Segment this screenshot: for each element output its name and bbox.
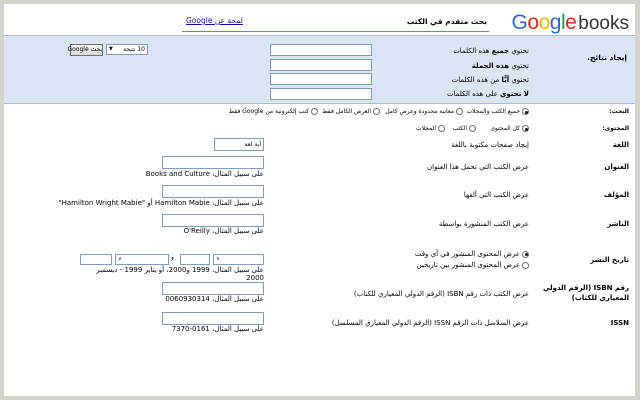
results-count-select[interactable]: 10 نتيجة ▼: [106, 44, 148, 55]
author-example: على سبيل المثال، Hamilton Mabie أو "Hami…: [58, 199, 264, 207]
pub-date-example: على سبيل المثال، 1999 و2000، أو يناير 19…: [96, 266, 264, 282]
date-between-connector: و: [171, 254, 174, 261]
isbn-input[interactable]: [162, 282, 264, 295]
author-desc: عرض الكتب التي ألفها: [463, 191, 529, 199]
radio-icon[interactable]: [311, 108, 318, 115]
radio-icon[interactable]: [456, 108, 463, 115]
radio-icon[interactable]: [438, 125, 445, 132]
pub-date-between-option[interactable]: عرض المحتوى المنشور بين تاريخين: [417, 261, 529, 269]
about-google-link[interactable]: لمحة عن Google: [186, 16, 243, 25]
end-year-input[interactable]: [80, 254, 112, 265]
logo-books-text: books: [578, 13, 629, 34]
scope-full-view-option[interactable]: العرض الكامل فقط: [322, 108, 380, 115]
language-desc: إيجاد صفحات مكتوبة باللغة: [451, 141, 529, 149]
publisher-input[interactable]: [162, 214, 264, 227]
advanced-book-search-page: Google books بحث متقدم في الكتب لمحة عن G…: [4, 4, 635, 396]
search-scope-label: البحث:: [609, 108, 629, 115]
radio-selected-icon[interactable]: [522, 108, 529, 115]
issn-input[interactable]: [162, 312, 264, 325]
google-books-logo[interactable]: Google books: [512, 10, 629, 38]
google-search-button[interactable]: بحث Google: [67, 44, 103, 56]
isbn-label: رقم ISBN (الرقم الدولي المعياري للكتاب): [542, 284, 629, 302]
publisher-example: على سبيل المثال، O'Reilly: [183, 227, 264, 235]
logo-google-text: Google: [511, 11, 577, 34]
none-words-label: لا تحتوي على هذه الكلمات: [446, 90, 529, 98]
scope-ebooks-option[interactable]: كتب إلكترونية من Google فقط: [229, 108, 318, 115]
publisher-label: الناشر: [607, 220, 629, 228]
chevron-down-icon: ▼: [109, 46, 113, 52]
author-input[interactable]: [162, 185, 264, 198]
all-words-input[interactable]: [270, 44, 372, 56]
all-words-label: تحتوي جميع هذه الكلمات: [453, 47, 529, 55]
title-label: العنوان: [604, 163, 629, 171]
none-words-input[interactable]: [270, 88, 372, 100]
find-results-panel: إيجاد نتائج. تحتوي جميع هذه الكلمات تحتو…: [4, 35, 635, 104]
any-words-label: تحتوي أيًّا من هذه الكلمات: [451, 76, 529, 84]
pub-date-label: تاريخ النشر: [590, 256, 629, 264]
author-label: المؤلف: [603, 191, 629, 199]
exact-phrase-label: تحتوي هذه الجملة: [471, 62, 529, 70]
pub-date-any-option[interactable]: عرض المحتوى المنشور في أي وقت: [415, 250, 529, 258]
start-month-select[interactable]: ∨: [213, 254, 264, 265]
radio-icon[interactable]: [469, 125, 476, 132]
radio-selected-icon[interactable]: [522, 125, 529, 132]
chevron-down-icon: ∨: [118, 256, 122, 262]
results-count-value: 10 نتيجة: [123, 46, 145, 53]
language-value: أية لغة: [244, 141, 261, 148]
start-year-input[interactable]: [180, 254, 210, 265]
issn-example: على سبيل المثال، 0161-7370: [171, 325, 264, 333]
issn-desc: عرض السلاسل ذات الرقم ISSN (الرقم الدولي…: [331, 319, 529, 327]
content-label: المحتوى:: [602, 125, 629, 132]
language-select[interactable]: أية لغة: [214, 138, 264, 151]
isbn-example: على سبيل المثال، 0060930314: [165, 295, 264, 303]
title-example: على سبيل المثال، Books and Culture: [145, 170, 264, 178]
header-divider: [182, 31, 489, 32]
radio-selected-icon[interactable]: [522, 250, 529, 258]
issn-label: ISSN: [610, 319, 629, 327]
publisher-desc: عرض الكتب المنشورة بواسطة: [438, 220, 529, 228]
language-label: اللغة: [612, 141, 629, 149]
page-title: بحث متقدم في الكتب: [406, 17, 487, 26]
content-all-option[interactable]: كل المحتوى: [490, 125, 529, 132]
chevron-down-icon: ∨: [216, 256, 220, 262]
content-books-option[interactable]: الكتب: [452, 125, 476, 132]
any-words-input[interactable]: [270, 73, 372, 85]
content-magazines-option[interactable]: المجلات: [416, 125, 445, 132]
exact-phrase-input[interactable]: [270, 59, 372, 71]
radio-icon[interactable]: [522, 261, 529, 269]
title-desc: عرض الكتب التي تحمل هذا العنوان: [427, 163, 529, 171]
end-month-select[interactable]: ∨: [115, 254, 169, 265]
radio-icon[interactable]: [373, 108, 380, 115]
scope-all-option[interactable]: جميع الكتب والمجلات: [467, 108, 529, 115]
scope-preview-option[interactable]: معاينة محدودة وعرض كامل: [385, 108, 463, 115]
title-input[interactable]: [162, 156, 264, 169]
isbn-desc: عرض الكتب ذات رقم ISBN (الرقم الدولي الم…: [353, 290, 529, 298]
find-results-label: إيجاد نتائج.: [587, 53, 627, 62]
